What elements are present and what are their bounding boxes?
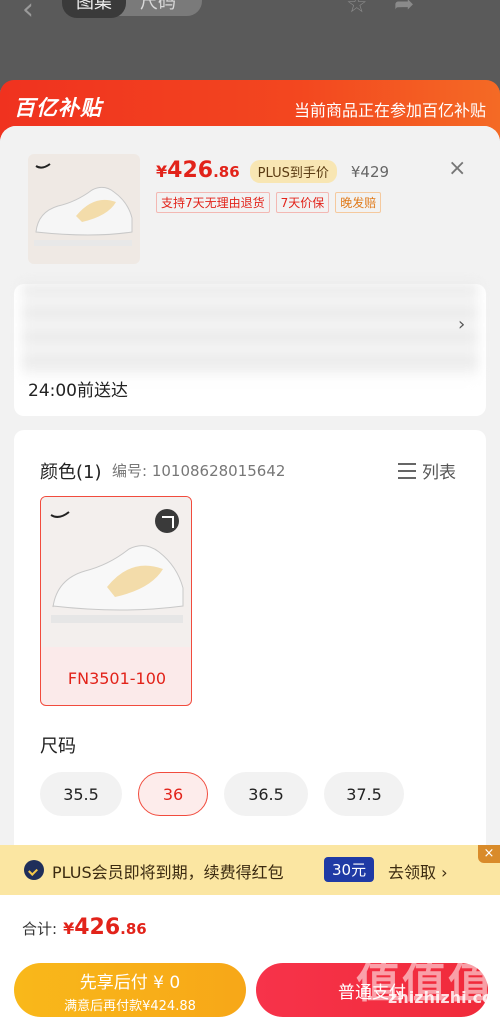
original-price: ¥429 (350, 163, 390, 181)
size-chip-selected[interactable]: 36 (138, 772, 208, 816)
list-label: 列表 (422, 463, 456, 483)
star-icon[interactable]: ☆ (346, 0, 368, 18)
tag-price-protect: 7天价保 (275, 192, 330, 213)
plus-icon (24, 860, 44, 880)
size-title: 尺码 (40, 736, 76, 757)
delivery-time: 24:00前送达 (28, 381, 128, 401)
close-icon[interactable]: × (478, 845, 500, 863)
price-currency: ¥ (156, 162, 168, 181)
plus-text: PLUS会员即将到期，续费得红包 (52, 863, 284, 882)
product-code: 编号: 10108628015642 (112, 462, 286, 480)
plus-amount-badge: 30元 (324, 857, 375, 882)
total-label: 合计: (22, 920, 58, 938)
color-option-image (41, 497, 191, 647)
service-tags: 支持7天无理由退货 7天价保 晚发赔 (156, 192, 382, 213)
total-price: 合计: ¥ 426 .86 (22, 915, 147, 940)
price-integer: 426 (167, 158, 214, 183)
size-chip[interactable]: 37.5 (324, 772, 404, 816)
close-icon[interactable]: × (448, 156, 466, 181)
list-icon (398, 462, 416, 479)
tab-size[interactable]: 尺码 (126, 0, 190, 14)
price-row: ¥ 426 .86 PLUS到手价 ¥429 (156, 158, 389, 183)
plus-claim-link[interactable]: 去领取 › (388, 859, 448, 883)
subsidy-info: 当前商品正在参加百亿补贴 (293, 101, 486, 120)
color-option[interactable]: FN3501-100 (40, 496, 192, 706)
total-currency: ¥ (63, 919, 75, 938)
expand-icon[interactable] (155, 509, 179, 533)
shoe-image (34, 163, 133, 246)
color-option-label: FN3501-100 (67, 669, 167, 688)
plus-price-tag: PLUS到手价 (249, 160, 337, 183)
size-chip[interactable]: 35.5 (40, 772, 122, 816)
back-icon[interactable]: ‹ (22, 0, 34, 27)
pay-later-subtitle: 满意后再付款¥424.88 (64, 999, 196, 1014)
size-chip[interactable]: 36.5 (224, 772, 308, 816)
delivery-card[interactable]: › 24:00前送达 (14, 284, 486, 416)
subsidy-logo: 百亿补贴 (14, 96, 102, 120)
share-icon[interactable]: ➦ (394, 0, 414, 18)
tag-late-compensation: 晚发赔 (335, 192, 382, 213)
chevron-right-icon: › (458, 314, 466, 335)
product-summary: ¥ 426 .86 PLUS到手价 ¥429 × 支持7天无理由退货 7天价保 … (0, 126, 500, 272)
total-decimal: .86 (120, 920, 147, 938)
tab-gallery[interactable]: 图集 (62, 0, 126, 18)
price-decimal: .86 (213, 163, 240, 181)
background-tabs: 图集 尺码 (62, 0, 202, 18)
pay-later-title: 先享后付 ¥ 0 (79, 973, 181, 993)
color-title: 颜色(1) (40, 462, 102, 483)
plus-membership-bar[interactable]: PLUS会员即将到期，续费得红包 30元 去领取 › × (0, 845, 500, 895)
watermark: zhizhizhi.com (388, 988, 500, 1007)
total-integer: 426 (74, 915, 121, 940)
pay-later-button[interactable]: 先享后付 ¥ 0 满意后再付款¥424.88 (14, 963, 246, 1017)
product-thumbnail (28, 154, 140, 264)
list-view-button[interactable]: 列表 (398, 458, 456, 483)
address-blurred (22, 284, 478, 376)
tag-return: 支持7天无理由退货 (156, 192, 270, 213)
